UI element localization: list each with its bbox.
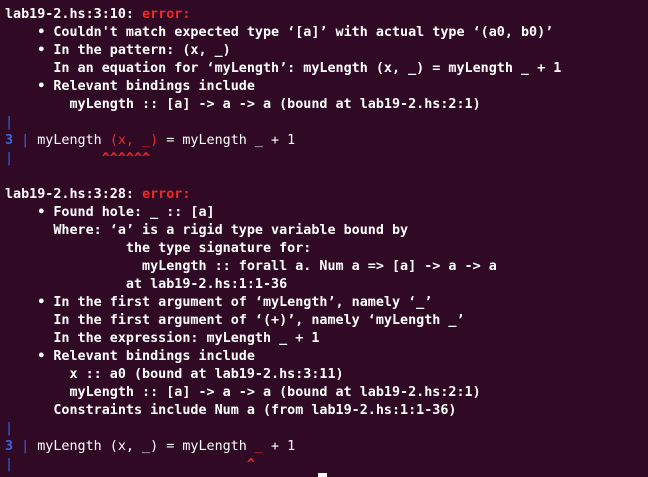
error-message-line: Where: ‘a’ is a rigid type variable boun…	[5, 223, 409, 238]
caret-padding	[29, 151, 102, 166]
error-header: lab19-2.hs:3:10: error:	[5, 6, 648, 24]
error-location: lab19-2.hs:3:28:	[5, 187, 143, 202]
source-gutter-line: |	[5, 420, 648, 438]
source-code-line: 3 | myLength (x, _) = myLength _ + 1	[5, 438, 648, 456]
error-message-line: at lab19-2.hs:1:1-36	[5, 277, 288, 292]
error-message-line: the type signature for:	[5, 241, 312, 256]
error-message-line: In an equation for ‘myLength’: myLength …	[5, 61, 562, 76]
source-code-pre: myLength	[37, 133, 110, 148]
gutter-bar: |	[21, 439, 30, 454]
source-code-post: + 1	[262, 439, 296, 454]
error-message-line: myLength :: forall a. Num a => [a] -> a …	[5, 259, 497, 274]
error-caret-marker: ^	[246, 457, 255, 472]
gutter-bar: |	[21, 133, 30, 148]
source-caret-line: | ^^^^^^	[5, 150, 648, 168]
source-code-highlight: (x, _)	[109, 133, 159, 148]
error-header: lab19-2.hs:3:28: error:	[5, 186, 648, 204]
error-message-line: • Relevant bindings include	[5, 349, 255, 364]
source-gutter-line: |	[5, 114, 648, 132]
error-caret-marker: ^^^^^^	[101, 151, 151, 166]
error-message-line: In the expression: myLength _ + 1	[5, 331, 320, 346]
error-message-line: In the first argument of ‘(+)’, namely ‘…	[5, 313, 465, 328]
gutter-bar: |	[5, 151, 14, 166]
source-code-line: 3 | myLength (x, _) = myLength _ + 1	[5, 132, 648, 150]
error-message-line: myLength :: [a] -> a -> a (bound at lab1…	[5, 385, 481, 400]
error-message-line: • Found hole: _ :: [a]	[5, 205, 215, 220]
source-code-highlight: _	[254, 439, 263, 454]
source-caret-line: | ^	[5, 456, 648, 474]
error-message-line: x :: a0 (bound at lab19-2.hs:3:11)	[5, 367, 344, 382]
gutter-bar: |	[5, 457, 14, 472]
source-code-pre: myLength (x, _) = myLength	[37, 439, 255, 454]
error-label: error:	[142, 187, 191, 202]
error-message-line: Constraints include Num a (from lab19-2.…	[5, 403, 457, 418]
error-location: lab19-2.hs:3:10:	[5, 7, 143, 22]
error-message-line: • In the first argument of ‘myLength’, n…	[5, 295, 433, 310]
terminal-window[interactable]: lab19-2.hs:3:10: error: • Couldn't match…	[0, 0, 648, 477]
error-message-line: • Couldn't match expected type ‘[a]’ wit…	[5, 25, 554, 40]
error-label: error:	[142, 7, 191, 22]
source-code-post: = myLength _ + 1	[158, 133, 296, 148]
gutter-bar: |	[5, 421, 14, 436]
caret-padding	[29, 457, 247, 472]
gutter-bar: |	[5, 115, 14, 130]
terminal-cursor	[318, 473, 327, 477]
error-message-line: • Relevant bindings include	[5, 79, 255, 94]
source-line-number: 3	[5, 439, 14, 454]
error-message-line: myLength :: [a] -> a -> a (bound at lab1…	[5, 97, 481, 112]
error-message-line: • In the pattern: (x, _)	[5, 43, 231, 58]
source-line-number: 3	[5, 133, 14, 148]
